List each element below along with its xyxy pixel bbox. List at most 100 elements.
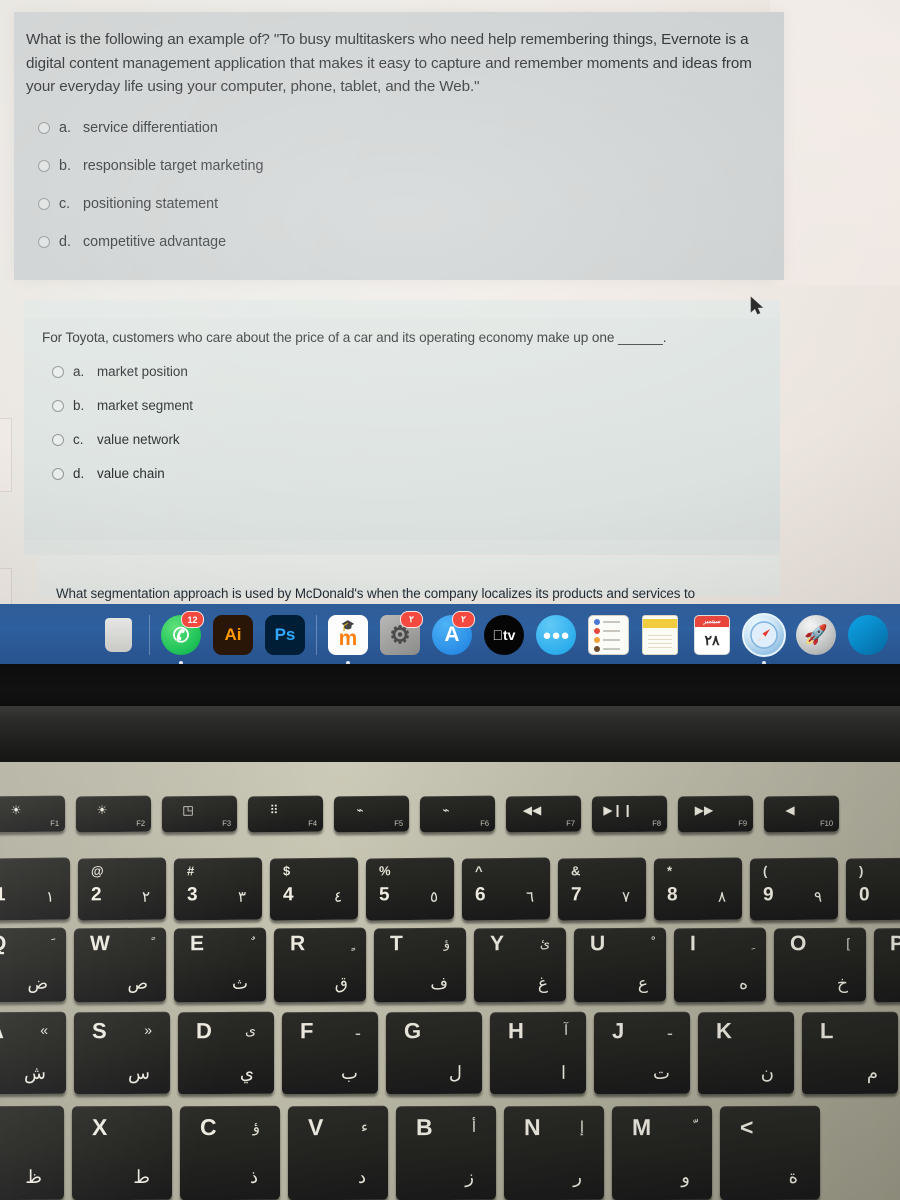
radio-button-icon[interactable]: [38, 160, 50, 172]
question-2-option-c[interactable]: c. value network: [52, 432, 193, 447]
key-f4[interactable]: ⠿ F4: [248, 795, 323, 833]
key-q[interactable]: Qََض: [0, 927, 66, 1003]
dock-item-moodle[interactable]: 🎓 m: [326, 612, 370, 665]
key-v[interactable]: V ء د: [288, 1105, 388, 1200]
badge-count: ٢: [400, 611, 423, 628]
key-3[interactable]: #3 ٣: [174, 857, 262, 921]
moodle-letter: m: [338, 627, 358, 650]
key-h[interactable]: H آ ا: [490, 1011, 586, 1095]
question-1-option-d[interactable]: d. competitive advantage: [38, 234, 263, 250]
key-f3[interactable]: ◳ F3: [162, 795, 237, 833]
key-latin-label: E: [190, 932, 205, 956]
dock-item-launchpad[interactable]: 🚀: [794, 612, 838, 658]
key-arabic-label: ٨: [717, 888, 726, 906]
question-1-option-a[interactable]: a. service differentiation: [38, 120, 263, 136]
key-0[interactable]: )0٠: [846, 857, 900, 921]
key-<[interactable]: < ة: [720, 1105, 820, 1200]
key-i[interactable]: Iِه: [674, 927, 766, 1003]
option-label: market segment: [97, 398, 194, 413]
radio-button-icon[interactable]: [38, 198, 50, 210]
key-y[interactable]: Y ئ غ: [474, 927, 566, 1003]
dock-item-edge[interactable]: [846, 612, 890, 658]
key-9[interactable]: (9 ٩: [750, 857, 838, 921]
notes-icon: [642, 615, 678, 655]
dock-item-illustrator[interactable]: Ai: [211, 612, 255, 658]
dock-item-reminders[interactable]: [586, 612, 630, 658]
key-6[interactable]: ^ 6 ٦: [462, 857, 550, 921]
radio-button-icon[interactable]: [38, 236, 50, 248]
key-f8[interactable]: ▶❙❙ F8: [592, 795, 667, 833]
key-n[interactable]: N إ ر: [504, 1105, 604, 1200]
key-f[interactable]: F ـ ب: [282, 1011, 378, 1095]
radio-button-icon[interactable]: [52, 399, 64, 412]
key-arabic-label: ا: [560, 1062, 566, 1083]
key-p[interactable]: P]ح: [874, 927, 900, 1003]
radio-button-icon[interactable]: [38, 122, 50, 134]
key-g[interactable]: Gل: [386, 1011, 482, 1095]
key-f5[interactable]: ⌁ F5: [334, 795, 409, 833]
key-a[interactable]: A « ش: [0, 1011, 66, 1095]
key-t[interactable]: T ؤ ف: [374, 927, 466, 1003]
key-f10[interactable]: ◀ F10: [764, 795, 839, 833]
brightness-down-icon: ☀: [10, 803, 22, 818]
key-f1[interactable]: ☀ F1: [0, 795, 65, 833]
key-8[interactable]: * 8 ٨: [654, 857, 742, 921]
question-2-option-a[interactable]: a. market position: [52, 364, 193, 379]
key-b[interactable]: B أ ز: [396, 1105, 496, 1200]
radio-button-icon[interactable]: [52, 467, 64, 480]
trash-icon: [104, 618, 132, 652]
key-f6[interactable]: ⌁ F6: [420, 795, 495, 833]
key-arabic-label: ش: [24, 1062, 46, 1083]
key-1[interactable]: !1١: [0, 857, 70, 921]
dock-item-trash[interactable]: [96, 612, 140, 658]
option-letter: c.: [73, 432, 84, 447]
key-z[interactable]: Zظ: [0, 1105, 64, 1200]
key-x[interactable]: Xط: [72, 1105, 172, 1200]
dock-item-whatsapp[interactable]: ✆ 12: [159, 611, 204, 665]
dock-item-messages[interactable]: ●●●: [534, 612, 578, 658]
question-1-option-b[interactable]: b. responsible target marketing: [38, 158, 263, 174]
dock-item-safari[interactable]: [742, 612, 786, 665]
question-2-option-d[interactable]: d. value chain: [52, 466, 193, 481]
question-2-option-b[interactable]: b. market segment: [52, 398, 193, 413]
key-w[interactable]: Wًص: [74, 927, 166, 1003]
key-j[interactable]: J ـ ت: [594, 1011, 690, 1095]
function-label: F1: [50, 818, 59, 828]
key-f2[interactable]: ☀ F2: [76, 795, 151, 833]
key-5[interactable]: % 5 ٥: [366, 857, 454, 921]
key-o[interactable]: O [خ: [774, 927, 866, 1003]
key-d[interactable]: D ى ي: [178, 1011, 274, 1095]
key-l[interactable]: Lم: [802, 1011, 898, 1095]
keyboard-brightness-up-icon: ⌁: [442, 803, 450, 818]
function-label: F8: [652, 818, 661, 828]
key-2[interactable]: @2 ٢: [78, 857, 166, 921]
key-c[interactable]: C ؤ ذ: [180, 1105, 280, 1200]
key-arabic-label: ٥: [429, 888, 438, 906]
key-7[interactable]: & 7 ٧: [558, 857, 646, 921]
key-arabic-label: ٩: [813, 888, 822, 906]
key-e[interactable]: Eٌث: [174, 927, 266, 1003]
question-1-option-c[interactable]: c. positioning statement: [38, 196, 263, 212]
key-s[interactable]: S » س: [74, 1011, 170, 1095]
key-4[interactable]: $4 ٤: [270, 857, 358, 921]
dock-item-calendar[interactable]: سبتمبر ٢٨: [690, 612, 734, 658]
key-r[interactable]: Rٍق: [274, 927, 366, 1003]
key-m[interactable]: Mّو: [612, 1105, 712, 1200]
option-label: service differentiation: [83, 120, 218, 136]
function-label: F4: [308, 818, 317, 828]
key-f7[interactable]: ◀◀ F7: [506, 795, 581, 833]
function-label: F3: [222, 818, 231, 828]
radio-button-icon[interactable]: [52, 365, 64, 378]
reminders-icon: [587, 615, 629, 655]
key-u[interactable]: Uْع: [574, 927, 666, 1003]
key-f9[interactable]: ▶▶ F9: [678, 795, 753, 833]
photoshop-icon: Ps: [265, 615, 305, 655]
dock-item-app-store[interactable]: A ٢: [430, 611, 475, 658]
dock-item-notes[interactable]: [638, 612, 682, 658]
dock-item-system-preferences[interactable]: ⚙ ٢: [378, 611, 423, 658]
dock-item-photoshop[interactable]: Ps: [263, 612, 307, 658]
key-k[interactable]: Kن: [698, 1011, 794, 1095]
radio-button-icon[interactable]: [52, 433, 64, 446]
key-symbol-label: (: [763, 863, 768, 879]
dock-item-apple-tv[interactable]: tv: [482, 612, 526, 658]
